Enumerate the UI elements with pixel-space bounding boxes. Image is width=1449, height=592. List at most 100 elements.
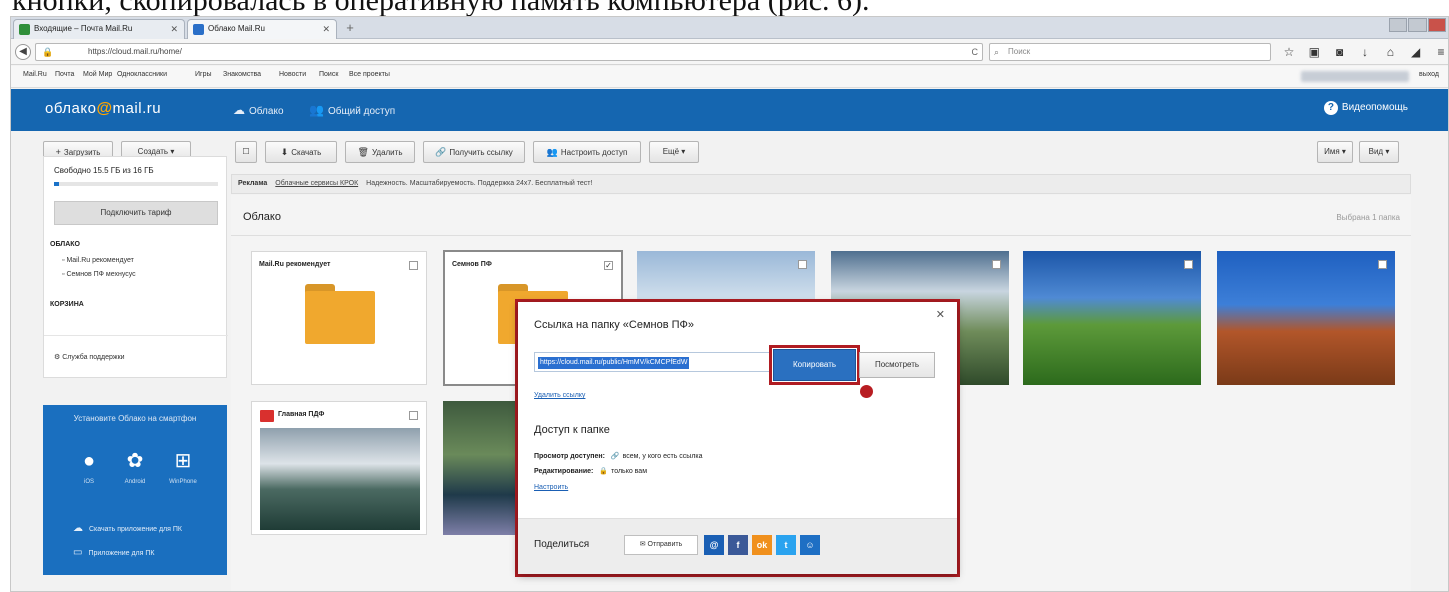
winphone-app-link[interactable]: ⊞ WinPhone xyxy=(163,449,203,485)
minimize-button[interactable] xyxy=(1389,18,1408,32)
photo-checkbox[interactable] xyxy=(798,260,807,269)
bookmark-link[interactable]: Все проекты xyxy=(349,71,390,78)
reload-icon[interactable]: C xyxy=(972,44,979,60)
people-icon: 👥 xyxy=(309,103,324,117)
folder-checkbox[interactable] xyxy=(409,261,418,270)
home-icon[interactable]: ⌂ xyxy=(1382,43,1398,61)
photo-checkbox[interactable] xyxy=(992,260,1001,269)
video-help-link[interactable]: ? Видеопомощь xyxy=(1323,101,1408,115)
bookmark-link[interactable]: Знакомства xyxy=(223,71,261,78)
bookmark-link[interactable]: Поиск xyxy=(319,71,338,78)
link-icon: 🔗 xyxy=(610,453,620,460)
send-button[interactable]: ✉ Отправить xyxy=(624,535,698,555)
close-icon[interactable]: ✕ xyxy=(936,308,945,321)
document-caption: кнопки, скопировалась в оперативную памя… xyxy=(12,0,1449,16)
odnoklassniki-share-icon[interactable]: ok xyxy=(752,535,772,555)
download-pc-app-link[interactable]: ☁ Скачать приложение для ПК xyxy=(73,523,182,534)
bookmark-link[interactable]: Mail.Ru xyxy=(23,71,47,78)
share-icon[interactable]: ◢ xyxy=(1408,43,1424,61)
view-dropdown[interactable]: Вид ▾ xyxy=(1359,141,1399,163)
cloud-favicon-icon xyxy=(193,24,204,35)
delete-button[interactable]: 🗑 Удалить xyxy=(345,141,415,163)
ad-label: Реклама xyxy=(238,180,268,187)
mobile-app-promo: Установите Облако на смартфон ● iOS ✿ An… xyxy=(43,405,227,575)
photo-checkbox[interactable] xyxy=(1378,260,1387,269)
pc-app-link[interactable]: ▭ Приложение для ПК xyxy=(73,547,154,558)
photo-thumbnail[interactable] xyxy=(1023,251,1201,385)
download-button[interactable]: ⬇ Скачать xyxy=(265,141,337,163)
new-tab-button[interactable]: + xyxy=(339,20,361,37)
pocket-icon[interactable]: ◙ xyxy=(1332,43,1348,61)
address-bar[interactable]: 🔒 https://cloud.mail.ru/home/ C xyxy=(35,43,983,61)
browser-search-input[interactable]: ⌕ Поиск xyxy=(989,43,1271,61)
bookmark-link[interactable]: Мой Мир xyxy=(83,71,112,78)
close-window-button[interactable] xyxy=(1427,18,1446,32)
support-link[interactable]: ⚙ Служба поддержки xyxy=(54,353,125,361)
sort-dropdown[interactable]: Имя ▾ xyxy=(1317,141,1353,163)
configure-access-link[interactable]: Настроить xyxy=(534,484,568,491)
get-link-button[interactable]: 🔗 Получить ссылку xyxy=(423,141,525,163)
bookmark-link[interactable]: Игры xyxy=(195,71,212,78)
chevron-down-icon: ▾ xyxy=(170,147,175,156)
more-button[interactable]: Ещё ▾ xyxy=(649,141,699,163)
maximize-button[interactable] xyxy=(1408,18,1427,32)
nav-shared-access[interactable]: 👥 Общий доступ xyxy=(309,103,395,117)
back-button[interactable]: ◀ xyxy=(15,44,31,60)
clipboard-icon[interactable]: ▣ xyxy=(1306,43,1322,61)
photo-preview xyxy=(260,428,420,530)
file-name: Главная ПДФ xyxy=(278,411,325,418)
sidebar-divider xyxy=(44,335,228,336)
link-icon: 🔗 xyxy=(435,147,447,157)
delete-link[interactable]: Удалить ссылку xyxy=(534,392,585,399)
configure-access-button[interactable]: 👥 Настроить доступ xyxy=(533,141,641,163)
share-link-input[interactable]: https://cloud.mail.ru/public/HmMV/kCMCPf… xyxy=(534,352,770,372)
select-all-checkbox[interactable]: ☐ xyxy=(235,141,257,163)
view-link-button[interactable]: Посмотреть xyxy=(859,352,935,378)
menu-icon[interactable]: ≡ xyxy=(1433,43,1448,61)
promo-title: Установите Облако на смартфон xyxy=(73,414,197,423)
pdf-file-icon xyxy=(260,410,274,422)
copy-link-button[interactable]: Копировать xyxy=(773,349,856,381)
upgrade-plan-button[interactable]: Подключить тариф xyxy=(54,201,218,225)
close-tab-icon[interactable]: ✕ xyxy=(170,20,178,38)
share-link-dialog: Ссылка на папку «Семнов ПФ» ✕ https://cl… xyxy=(518,302,957,574)
twitter-share-icon[interactable]: t xyxy=(776,535,796,555)
folder-card-mailru-recommends[interactable]: Mail.Ru рекомендует xyxy=(251,251,427,385)
photo-thumbnail[interactable] xyxy=(1217,251,1395,385)
bookmark-link[interactable]: Новости xyxy=(279,71,306,78)
mail-favicon-icon xyxy=(19,24,30,35)
bookmark-link[interactable]: Одноклассники xyxy=(117,71,167,78)
sidebar-section-trash[interactable]: КОРЗИНА xyxy=(50,301,84,308)
cloud-icon: ☁ xyxy=(73,523,83,534)
download-icon[interactable]: ↓ xyxy=(1357,43,1373,61)
storage-quota-bar xyxy=(54,182,218,186)
tab-cloud[interactable]: Облако Mail.Ru ✕ xyxy=(187,19,337,39)
folder-checkbox-checked[interactable]: ✓ xyxy=(604,261,613,270)
photo-checkbox[interactable] xyxy=(1184,260,1193,269)
bookmark-link[interactable]: Почта xyxy=(55,71,74,78)
file-card[interactable]: Главная ПДФ xyxy=(251,401,427,535)
cloud-mail-logo[interactable]: облако@mail.ru xyxy=(45,100,161,118)
ios-app-link[interactable]: ● iOS xyxy=(69,449,109,485)
facebook-share-icon[interactable]: f xyxy=(728,535,748,555)
file-checkbox[interactable] xyxy=(409,411,418,420)
bookmark-star-icon[interactable]: ☆ xyxy=(1281,43,1297,61)
folder-icon xyxy=(305,284,375,344)
moi-mir-share-icon[interactable]: ☺ xyxy=(800,535,820,555)
sidebar-section-cloud[interactable]: ОБЛАКО xyxy=(50,241,80,248)
close-tab-icon[interactable]: ✕ xyxy=(322,20,330,38)
mail-ru-share-icon[interactable]: @ xyxy=(704,535,724,555)
sidebar-item-mailru-recommends[interactable]: ▫ Mail.Ru рекомендует xyxy=(62,257,134,264)
nav-cloud[interactable]: ☁ Облако xyxy=(233,103,284,117)
trash-icon: 🗑 xyxy=(357,147,369,157)
logout-link[interactable]: выход xyxy=(1419,71,1439,78)
photo-thumbnail[interactable] xyxy=(443,401,523,535)
search-icon: ⌕ xyxy=(994,47,1000,57)
ad-link[interactable]: Облачные сервисы КРОК xyxy=(275,180,358,187)
tab-mail-inbox[interactable]: Входящие – Почта Mail.Ru ✕ xyxy=(13,19,185,39)
android-app-link[interactable]: ✿ Android xyxy=(115,449,155,485)
ad-banner[interactable]: Реклама Облачные сервисы КРОК Надежность. … xyxy=(231,174,1411,194)
callout-marker xyxy=(860,385,873,398)
sidebar-item-semnov-pf[interactable]: ▫ Семнов ПФ мехнусус xyxy=(62,271,136,278)
content-divider xyxy=(231,235,1411,236)
